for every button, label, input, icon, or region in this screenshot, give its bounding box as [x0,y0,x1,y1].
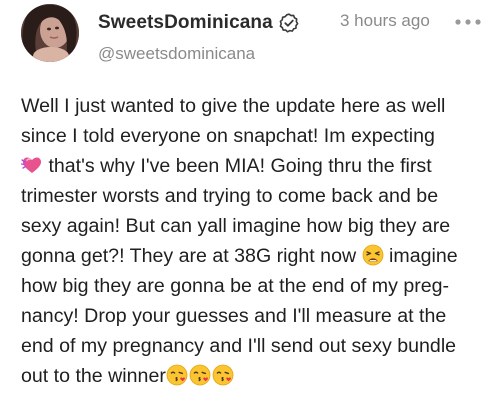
post-body-line: trimester worsts and trying to come back… [21,185,439,207]
post-body-line: since I told everyone on snapchat! Im ex… [21,125,435,147]
face-blowing-kiss-emoji-icon [189,364,211,386]
post-body-line-text: gonna get?! They are at 38G right now [21,245,362,267]
verified-badge-icon [279,13,299,33]
avatar-photo-icon [21,4,79,62]
post-body-line: end of my pregnancy and I'll send out se… [21,335,457,357]
author-display-name[interactable]: SweetsDominicana [98,12,273,34]
post-body: Well I just wanted to give the update he… [20,91,491,391]
post-body-line-with-emoji: out to the winner [21,361,491,391]
post-timestamp: 3 hours ago [340,11,430,30]
post-body-line: sexy again! But can yall imagine how big… [21,215,451,237]
post-body-line-with-emoji: gonna get?! They are at 38G right now im… [21,241,491,271]
post-body-line: how big they are gonna be at the end of … [21,275,450,297]
growing-heart-emoji-icon [20,154,43,176]
author-line: SweetsDominicana [98,9,299,37]
post-body-line-text: imagine [383,245,458,267]
post-body-line-text: out to the winner [21,365,166,387]
author-handle[interactable]: @sweetsdominicana [98,44,255,64]
avatar[interactable] [21,4,79,62]
post-body-line: Well I just wanted to give the update he… [21,95,446,117]
post-body-line-text: that's why I've been MIA! Going thru the… [43,155,432,177]
post-card: SweetsDominicana 3 hours ago @sweetsdomi… [0,0,500,403]
tired-face-emoji-icon [362,244,384,266]
face-blowing-kiss-emoji-icon [212,364,234,386]
face-blowing-kiss-emoji-icon [166,364,188,386]
more-options-icon[interactable] [454,14,482,30]
post-body-line-with-emoji: that's why I've been MIA! Going thru the… [20,151,491,181]
post-body-line: nancy! Drop your guesses and I'll measur… [21,305,447,327]
